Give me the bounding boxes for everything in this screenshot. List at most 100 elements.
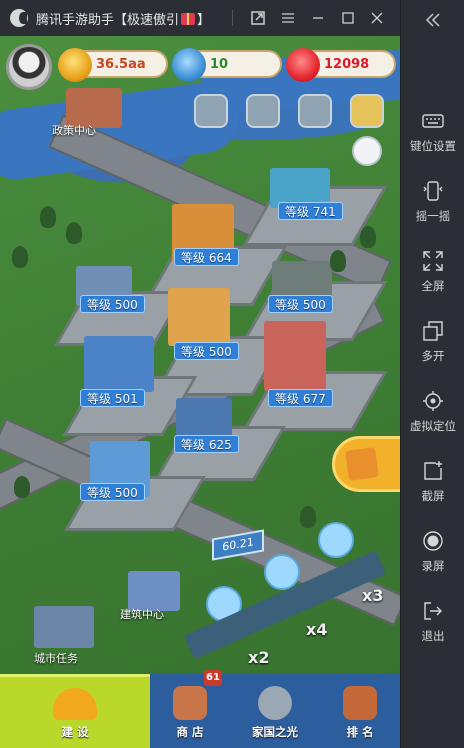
close-icon[interactable]: [367, 8, 387, 28]
coins-value: 36.5aa: [96, 56, 146, 72]
stars-value: 10: [210, 56, 229, 72]
location-target-icon: [422, 390, 444, 412]
pencil-blueprint-icon: [345, 447, 379, 481]
tab-label: 商 店: [176, 725, 204, 739]
external-window-icon[interactable]: [248, 8, 268, 28]
screenshot-icon: [422, 460, 444, 482]
hard-hat-icon: [53, 688, 97, 720]
megaphone-icon[interactable]: [352, 136, 382, 166]
tab-national-glory[interactable]: 家国之光: [230, 674, 320, 748]
maximize-icon[interactable]: [338, 8, 358, 28]
star-icon: [172, 48, 206, 82]
coins-counter[interactable]: 36.5aa: [58, 48, 168, 82]
train-cargo-multiplier: x2: [248, 648, 270, 667]
train-cargo-multiplier: x3: [362, 586, 384, 605]
app-logo-icon: [10, 9, 28, 27]
construction-center-label[interactable]: 建筑中心: [120, 606, 164, 622]
tab-label: 排 名: [346, 725, 374, 739]
material-bubble[interactable]: [318, 522, 354, 558]
tree: [66, 222, 82, 244]
tab-label: 家国之光: [252, 725, 298, 739]
heart-icon: [286, 48, 320, 82]
building[interactable]: [168, 288, 230, 346]
train-cargo-multiplier: x4: [306, 620, 328, 639]
tree: [330, 250, 346, 272]
sidebar-item-label: 摇一摇: [415, 209, 451, 223]
anniversary-event-icon[interactable]: [350, 94, 384, 128]
tree: [14, 476, 30, 498]
building-level-label: 等级 500: [174, 342, 239, 360]
shop-badge: 61: [204, 670, 222, 686]
sidebar-item-label: 录屏: [421, 559, 445, 573]
title-bar: 腾讯手游助手【极速傲引 】: [0, 0, 400, 36]
sidebar-item-label: 全屏: [421, 279, 445, 293]
building-level-label: 等级 500: [80, 483, 145, 501]
policy-center-label[interactable]: 政策中心: [52, 122, 96, 138]
sidebar-item-keymap[interactable]: 键位设置: [401, 106, 464, 166]
hearts-counter[interactable]: 12098: [286, 48, 396, 82]
policy-book-icon[interactable]: [194, 94, 228, 128]
ranking-trophy-icon: [343, 686, 377, 720]
building[interactable]: [34, 606, 94, 648]
tab-shop[interactable]: 商 店 61: [150, 670, 230, 748]
building-level-label: 等级 677: [268, 389, 333, 407]
building-level-label: 等级 664: [174, 248, 239, 266]
edit-city-button[interactable]: [332, 436, 400, 492]
material-bubble[interactable]: [264, 554, 300, 590]
window-title: 腾讯手游助手【极速傲引 】: [36, 9, 210, 28]
building-level-label: 等级 625: [174, 435, 239, 453]
billboard-number: 60.21: [222, 535, 254, 554]
sidebar-item-label: 多开: [421, 349, 445, 363]
building-level-label: 等级 501: [80, 389, 145, 407]
stars-counter[interactable]: 10: [172, 48, 282, 82]
sidebar-item-screenshot[interactable]: 截屏: [401, 456, 464, 516]
tree: [360, 226, 376, 248]
minimize-icon[interactable]: [308, 8, 328, 28]
record-icon: [422, 530, 444, 552]
tab-ranking[interactable]: 排 名: [320, 674, 400, 748]
emulator-window: 腾讯手游助手【极速傲引 】 键位设置 摇一摇 全屏 多开 虚拟定位 截屏 录屏 退…: [0, 0, 464, 748]
sidebar-item-label: 虚拟定位: [410, 419, 456, 433]
building[interactable]: [176, 398, 232, 438]
multi-window-icon: [422, 320, 444, 342]
coin-icon: [58, 48, 92, 82]
monument-icon: [258, 686, 292, 720]
sidebar-item-exit[interactable]: 退出: [401, 596, 464, 656]
sidebar-item-shake[interactable]: 摇一摇: [401, 176, 464, 236]
bottom-nav: 建 设 商 店 61 家国之光 排 名: [0, 670, 400, 748]
tab-label: 建 设: [61, 725, 89, 739]
tree: [300, 506, 316, 528]
tab-build[interactable]: 建 设: [0, 674, 150, 748]
sidebar-item-virtual-location[interactable]: 虚拟定位: [401, 386, 464, 446]
character-event-icon[interactable]: [298, 94, 332, 128]
photo-album-icon[interactable]: [246, 94, 280, 128]
tree: [40, 206, 56, 228]
sidebar-item-label: 键位设置: [410, 139, 456, 153]
sidebar-item-label: 退出: [421, 629, 445, 643]
building-level-label: 等级 741: [278, 202, 343, 220]
sidebar-item-multi-instance[interactable]: 多开: [401, 316, 464, 376]
shake-phone-icon: [422, 180, 444, 202]
emulator-sidebar: 键位设置 摇一摇 全屏 多开 虚拟定位 截屏 录屏 退出: [400, 0, 464, 748]
building[interactable]: [128, 571, 180, 611]
game-viewport[interactable]: 36.5aa 10 12098 等级 741 等级 664 等级 500 等级 …: [0, 36, 400, 748]
sidebar-item-fullscreen[interactable]: 全屏: [401, 246, 464, 306]
exit-icon: [422, 600, 444, 622]
city-tasks-label[interactable]: 城市任务: [34, 650, 78, 666]
building-level-label: 等级 500: [268, 295, 333, 313]
fullscreen-icon: [422, 250, 444, 272]
double-chevron-left-icon[interactable]: [401, 8, 464, 32]
window-title-end: 】: [197, 12, 211, 28]
window-title-text: 腾讯手游助手【极速傲引: [36, 12, 180, 28]
tree: [12, 246, 28, 268]
shop-icon: [173, 686, 207, 720]
menu-icon[interactable]: [278, 8, 298, 28]
keyboard-icon: [422, 110, 444, 132]
player-avatar[interactable]: [6, 44, 52, 90]
sidebar-item-label: 截屏: [421, 489, 445, 503]
sidebar-item-record[interactable]: 录屏: [401, 526, 464, 586]
building[interactable]: [264, 321, 326, 391]
building[interactable]: [84, 336, 154, 392]
gift-icon[interactable]: [181, 12, 196, 25]
building-level-label: 等级 500: [80, 295, 145, 313]
